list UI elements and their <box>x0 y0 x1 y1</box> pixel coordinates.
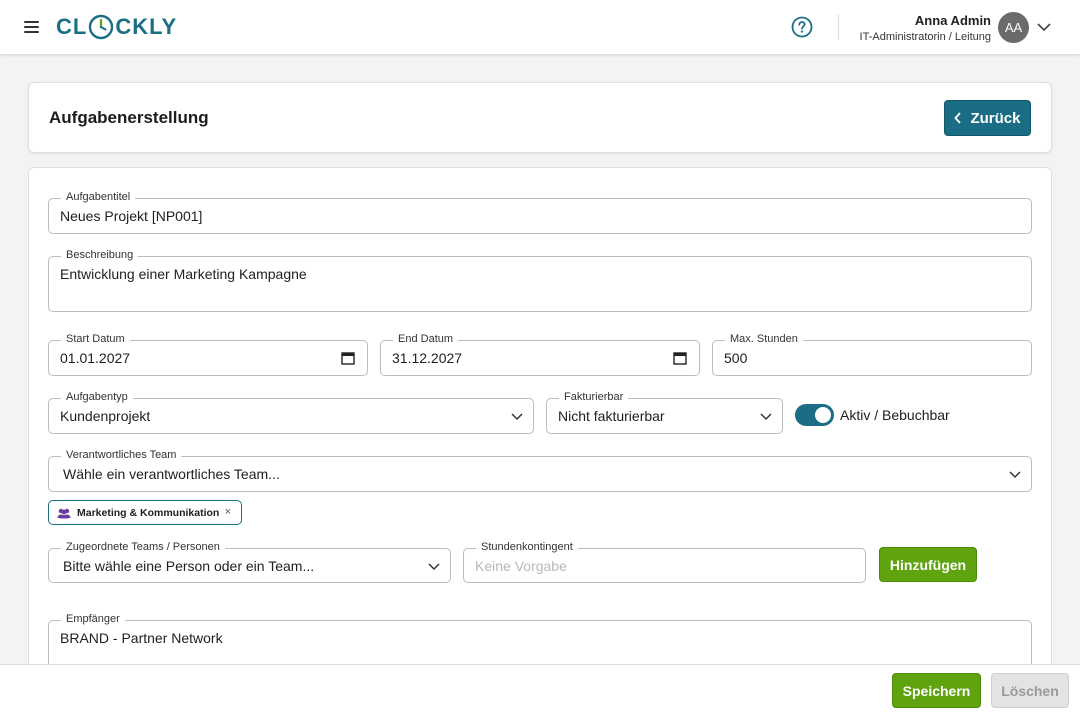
billable-select[interactable]: Fakturierbar Nicht fakturierbar <box>546 390 783 434</box>
end-date-field[interactable]: End Datum 31.12.2027 <box>380 332 700 376</box>
calendar-icon[interactable] <box>673 351 687 365</box>
active-toggle[interactable] <box>795 404 834 426</box>
hour-quota-label: Stundenkontingent <box>476 540 578 554</box>
task-type-value: Kundenprojekt <box>60 408 151 424</box>
chip-label: Marketing & Kommunikation <box>77 506 220 519</box>
page-title: Aufgabenerstellung <box>49 108 209 127</box>
user-name: Anna Admin <box>914 13 991 28</box>
task-title-label: Aufgabentitel <box>61 190 136 204</box>
user-role: IT-Administratorin / Leitung <box>859 31 991 43</box>
chevron-down-icon <box>428 563 440 571</box>
description-value: Entwicklung einer Marketing Kampagne <box>60 266 307 282</box>
chevron-down-icon <box>1009 471 1021 479</box>
logo-text-left: CL <box>56 14 88 39</box>
recipient-value: BRAND - Partner Network <box>60 630 223 646</box>
selected-team-chip: Marketing & Kommunikation × <box>48 500 242 525</box>
header-divider <box>838 14 839 40</box>
assigned-value: Bitte wähle eine Person oder ein Team... <box>63 558 315 574</box>
logo-text-right: CKLY <box>115 14 178 39</box>
hamburger-menu-icon[interactable] <box>22 18 42 36</box>
end-date-label: End Datum <box>393 332 459 346</box>
responsible-team-select[interactable]: Verantwortliches Team Wähle ein verantwo… <box>48 448 1032 492</box>
add-button[interactable]: Hinzufügen <box>879 547 977 582</box>
task-title-value: Neues Projekt [NP001] <box>60 208 203 224</box>
start-date-label: Start Datum <box>61 332 130 346</box>
avatar[interactable]: AA <box>998 12 1029 43</box>
team-icon <box>57 508 71 518</box>
chevron-left-icon <box>954 112 962 124</box>
hour-quota-placeholder: Keine Vorgabe <box>475 558 567 574</box>
clock-logo-icon <box>89 14 114 40</box>
assigned-select[interactable]: Zugeordnete Teams / Personen Bitte wähle… <box>48 540 451 583</box>
chevron-down-icon <box>511 413 523 421</box>
chevron-down-icon[interactable] <box>1036 20 1052 34</box>
description-field[interactable]: Beschreibung Entwicklung einer Marketing… <box>48 248 1032 312</box>
chip-remove-icon[interactable]: × <box>225 506 231 518</box>
hour-quota-input[interactable]: Stundenkontingent Keine Vorgabe <box>463 540 866 583</box>
max-hours-field[interactable]: Max. Stunden 500 <box>712 332 1032 376</box>
task-type-label: Aufgabentyp <box>61 390 133 404</box>
task-title-field[interactable]: Aufgabentitel Neues Projekt [NP001] <box>48 190 1032 234</box>
start-date-value: 01.01.2027 <box>60 350 131 366</box>
description-label: Beschreibung <box>61 248 139 262</box>
start-date-field[interactable]: Start Datum 01.01.2027 <box>48 332 368 376</box>
save-button[interactable]: Speichern <box>892 673 981 708</box>
max-hours-value: 500 <box>724 350 748 366</box>
responsible-team-label: Verantwortliches Team <box>61 448 182 462</box>
assigned-label: Zugeordnete Teams / Personen <box>61 540 225 554</box>
active-toggle-label: Aktiv / Bebuchbar <box>840 407 950 423</box>
app-logo[interactable]: CL CKLY <box>56 11 177 43</box>
billable-label: Fakturierbar <box>559 390 629 404</box>
task-type-select[interactable]: Aufgabentyp Kundenprojekt <box>48 390 534 434</box>
responsible-team-value: Wähle ein verantwortliches Team... <box>63 466 280 482</box>
bottom-action-bar: Speichern Löschen <box>0 664 1080 718</box>
billable-value: Nicht fakturierbar <box>558 408 665 424</box>
page-header-card: Aufgabenerstellung Zurück <box>28 82 1052 153</box>
back-button[interactable]: Zurück <box>944 100 1031 136</box>
calendar-icon[interactable] <box>341 351 355 365</box>
back-button-label: Zurück <box>970 109 1021 127</box>
help-circle-icon[interactable] <box>791 16 813 38</box>
toggle-knob <box>815 407 831 423</box>
top-bar: CL CKLY Anna Admin IT-Administratorin / … <box>0 0 1080 54</box>
delete-button[interactable]: Löschen <box>991 673 1069 708</box>
max-hours-label: Max. Stunden <box>725 332 803 346</box>
chevron-down-icon <box>760 413 772 421</box>
end-date-value: 31.12.2027 <box>392 350 463 366</box>
recipient-label: Empfänger <box>61 612 125 626</box>
